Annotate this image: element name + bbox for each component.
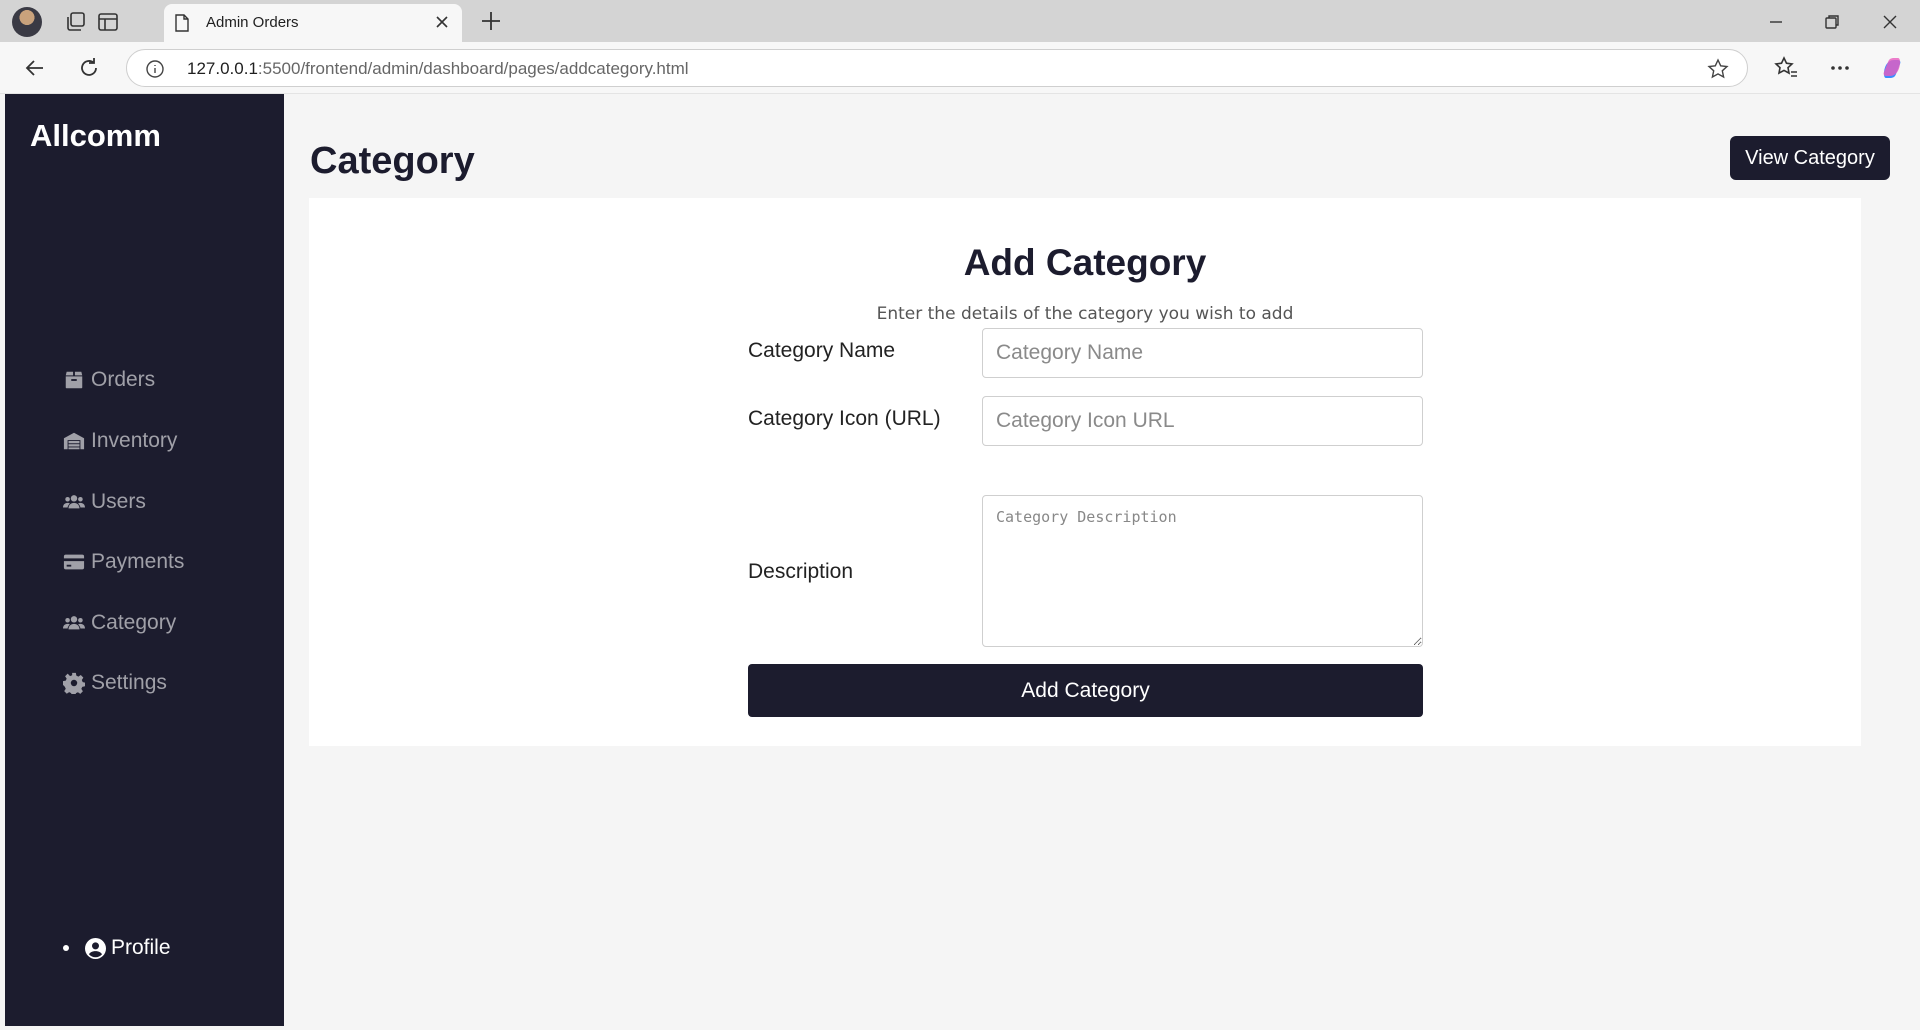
profile-label: Profile: [111, 936, 171, 959]
sidebar-item-label: Category: [91, 611, 177, 634]
description-textarea[interactable]: [982, 495, 1423, 647]
sidebar-item-payments[interactable]: Payments: [63, 544, 184, 580]
copilot-icon[interactable]: [1878, 54, 1906, 82]
more-menu-icon[interactable]: [1826, 54, 1854, 82]
main-content: Category View Category Add Category Ente…: [284, 94, 1920, 1026]
page-title: Category: [310, 140, 475, 182]
sidebar-item-label: Inventory: [91, 429, 178, 452]
tab-title: Admin Orders: [206, 14, 299, 31]
users-icon: [63, 495, 85, 509]
workspaces-icon[interactable]: [64, 10, 88, 34]
user-circle-icon: [85, 937, 106, 959]
close-tab-icon[interactable]: [432, 12, 452, 32]
reload-icon[interactable]: [76, 55, 102, 81]
sidebar-item-inventory[interactable]: Inventory: [63, 423, 177, 459]
add-category-card: Add Category Enter the details of the ca…: [309, 198, 1861, 746]
url-field[interactable]: 127.0.0.1:5500/frontend/admin/dashboard/…: [126, 49, 1748, 87]
back-icon[interactable]: [22, 55, 48, 81]
users-icon: [63, 616, 85, 630]
site-info-icon[interactable]: [145, 59, 165, 79]
sidebar-item-label: Payments: [91, 550, 185, 573]
category-name-label: Category Name: [748, 339, 896, 362]
sidebar-item-users[interactable]: Users: [63, 484, 146, 520]
restore-icon[interactable]: [1818, 8, 1846, 36]
sidebar-item-label: Settings: [91, 671, 167, 694]
browser-tab-bar: Admin Orders: [0, 0, 1920, 42]
sidebar-item-orders[interactable]: Orders: [63, 362, 155, 398]
add-category-button[interactable]: Add Category: [748, 664, 1423, 717]
description-label: Description: [748, 560, 854, 583]
profile-avatar[interactable]: [12, 7, 42, 37]
sidebar-item-label: Orders: [91, 368, 156, 391]
sidebar-item-settings[interactable]: Settings: [63, 665, 167, 701]
form-title: Add Category: [963, 242, 1207, 283]
gear-icon: [63, 672, 85, 694]
admin-app: Allcomm Orders Inventory Users Payments …: [0, 94, 1920, 1030]
warehouse-icon: [63, 432, 85, 450]
sidebar-item-profile[interactable]: Profile: [63, 936, 171, 960]
credit-card-icon: [63, 554, 85, 570]
browser-address-bar: 127.0.0.1:5500/frontend/admin/dashboard/…: [0, 42, 1920, 94]
url-text: 127.0.0.1:5500/frontend/admin/dashboard/…: [187, 59, 689, 78]
list-bullet: [63, 945, 69, 951]
minimize-icon[interactable]: [1762, 8, 1790, 36]
box-icon: [65, 371, 83, 389]
sidebar: Allcomm Orders Inventory Users Payments …: [5, 94, 284, 1026]
browser-tab-active[interactable]: Admin Orders: [164, 4, 462, 42]
brand-logo[interactable]: Allcomm: [30, 118, 161, 154]
view-category-button[interactable]: View Category: [1730, 136, 1890, 180]
close-window-icon[interactable]: [1876, 8, 1904, 36]
sidebar-item-category[interactable]: Category: [63, 605, 176, 641]
sidebar-item-label: Users: [91, 490, 146, 513]
page-icon: [175, 14, 189, 32]
category-icon-label: Category Icon (URL): [748, 407, 941, 430]
category-name-input[interactable]: [982, 328, 1423, 378]
new-tab-icon[interactable]: [478, 8, 504, 34]
tab-actions-icon[interactable]: [96, 10, 120, 34]
favorites-icon[interactable]: [1772, 54, 1800, 82]
category-icon-url-input[interactable]: [982, 396, 1423, 446]
form-subtitle: Enter the details of the category you wi…: [876, 304, 1294, 324]
favorite-star-icon[interactable]: [1707, 58, 1729, 80]
